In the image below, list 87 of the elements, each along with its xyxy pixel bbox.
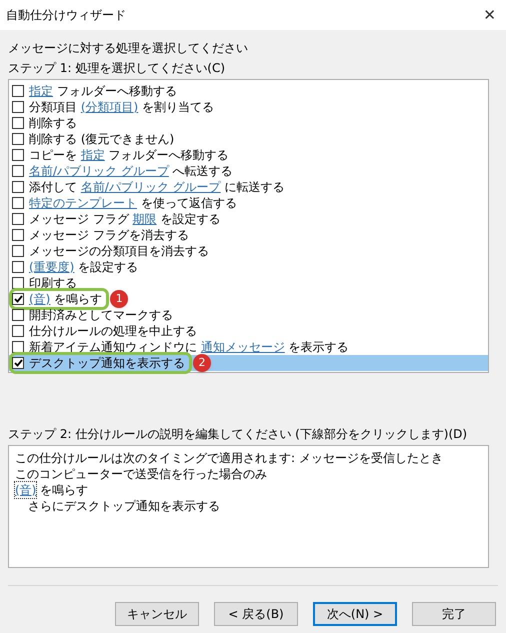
item-text: に転送する <box>224 179 285 195</box>
checkbox[interactable] <box>12 357 24 369</box>
item-text: へ転送する <box>172 163 233 179</box>
list-row[interactable]: (音) を鳴らす 1 <box>9 291 488 307</box>
item-text: を鳴らす <box>39 482 88 498</box>
item-text: 添付して <box>29 179 78 195</box>
list-row[interactable]: メッセージ フラグ 期限 を設定する <box>9 211 488 227</box>
link[interactable]: 通知メッセージ <box>200 339 285 355</box>
link[interactable]: 指定 <box>29 83 53 99</box>
item-text: 開封済みとしてマークする <box>29 307 173 323</box>
item-text: さらにデスクトップ通知を表示する <box>28 498 220 514</box>
item-text: この仕分けルールは次のタイミングで適用されます: メッセージを受信したとき <box>15 450 443 466</box>
item-text: フォルダーへ移動する <box>56 83 177 99</box>
list-row[interactable]: 削除する (復元できません) <box>9 131 488 147</box>
link[interactable]: (分類項目) <box>80 99 138 115</box>
item-text: を使って返信する <box>140 195 237 211</box>
item-text: メッセージ フラグ <box>29 211 130 227</box>
checkbox[interactable] <box>12 245 24 257</box>
item-text: を表示する <box>288 339 349 355</box>
action-list[interactable] <box>8 79 489 373</box>
list-row[interactable]: メッセージの分類項目を消去する <box>9 243 488 259</box>
item-text: を設定する <box>159 211 220 227</box>
step-label: ステップ 1: 処理を選択してください(C) <box>8 60 226 77</box>
list-row[interactable]: メッセージ フラグを消去する <box>9 227 488 243</box>
link[interactable]: 指定 <box>80 147 105 163</box>
item-text: 削除する <box>29 115 77 131</box>
list-row[interactable]: 新着アイテム通知ウィンドウに 通知メッセージ を表示する <box>9 339 488 355</box>
checkmark-icon <box>14 359 22 367</box>
checkbox[interactable] <box>12 181 24 193</box>
list-row[interactable]: 分類項目 (分類項目) を割り当てる <box>9 99 488 115</box>
selected-row[interactable]: デスクトップ通知を表示する 2 <box>9 355 488 371</box>
item-text: 分類項目 <box>29 99 78 115</box>
link[interactable]: 特定のテンプレート <box>29 195 137 211</box>
step-label: ステップ 2: 仕分けルールの説明を編集してください (下線部分をクリックします)(D) <box>8 426 468 443</box>
item-text: 削除する (復元できません) <box>29 131 174 147</box>
item-text: メッセージの分類項目を消去する <box>29 243 209 259</box>
checkbox[interactable] <box>12 229 24 241</box>
item-text: フォルダーへ移動する <box>108 147 229 163</box>
list-row[interactable]: 削除する <box>9 115 488 131</box>
checkbox[interactable] <box>12 133 24 145</box>
list-row[interactable]: 特定のテンプレート を使って返信する <box>9 195 488 211</box>
list-row[interactable]: 開封済みとしてマークする <box>9 307 488 323</box>
instruction-text: メッセージに対する処理を選択してください <box>8 40 249 57</box>
link[interactable]: 名前/パブリック グループ <box>80 179 221 195</box>
window-title: 自動仕分けウィザード <box>6 7 126 24</box>
checkbox[interactable] <box>12 197 24 209</box>
checkbox[interactable] <box>12 85 24 97</box>
checkbox[interactable] <box>12 149 24 161</box>
checkbox[interactable] <box>12 277 24 289</box>
list-row[interactable]: 指定 フォルダーへ移動する <box>9 83 488 99</box>
list-row[interactable]: 仕分けルールの処理を中止する <box>9 323 488 339</box>
item-text: コピーを <box>29 147 78 163</box>
close-button[interactable]: ✕ <box>483 4 496 26</box>
checkmark-icon <box>14 295 22 303</box>
list-row[interactable]: コピーを 指定 フォルダーへ移動する <box>9 147 488 163</box>
dialog-button[interactable]: 次へ(N) > <box>313 602 397 626</box>
callout-badge: 2 <box>193 354 211 372</box>
list-row[interactable]: (重要度) を設定する <box>9 259 488 275</box>
checkbox[interactable] <box>12 309 24 321</box>
item-text: メッセージ フラグを消去する <box>29 227 189 243</box>
item-text: デスクトップ通知を表示する <box>29 355 185 371</box>
item-text: このコンピューターで送受信を行った場合のみ <box>15 466 267 482</box>
checkbox[interactable] <box>12 101 24 113</box>
list-row[interactable]: 名前/パブリック グループ へ転送する <box>9 163 488 179</box>
link[interactable]: (音) <box>29 291 50 307</box>
checkbox[interactable] <box>12 293 24 305</box>
list-row[interactable]: 添付して 名前/パブリック グループ に転送する <box>9 179 488 195</box>
link[interactable]: 期限 <box>132 211 157 227</box>
checkbox[interactable] <box>12 325 24 337</box>
item-text: 仕分けルールの処理を中止する <box>29 323 197 339</box>
link[interactable]: (重要度) <box>29 259 74 275</box>
checkbox[interactable] <box>12 165 24 177</box>
checkbox[interactable] <box>12 117 24 129</box>
checkbox[interactable] <box>12 341 24 353</box>
checkbox[interactable] <box>12 213 24 225</box>
dialog-button[interactable]: < 戻る(B) <box>214 602 298 626</box>
item-text: を鳴らす <box>53 291 102 307</box>
dialog-button[interactable]: 完了 <box>412 602 496 626</box>
callout-badge: 1 <box>110 290 128 308</box>
checkbox[interactable] <box>12 261 24 273</box>
item-text: 新着アイテム通知ウィンドウに <box>29 339 198 355</box>
link[interactable]: (音) <box>15 482 36 498</box>
link[interactable]: 名前/パブリック グループ <box>29 163 169 179</box>
item-text: を割り当てる <box>141 99 214 115</box>
item-text: を設定する <box>77 259 138 275</box>
rule-description-box[interactable]: この仕分けルールは次のタイミングで適用されます: メッセージを受信したとき このコンピューターで送受信を行った場合のみ (音) を鳴らす さらにデスクトップ通知を表示する <box>8 445 489 568</box>
dialog-button[interactable]: キャンセル <box>115 602 199 626</box>
